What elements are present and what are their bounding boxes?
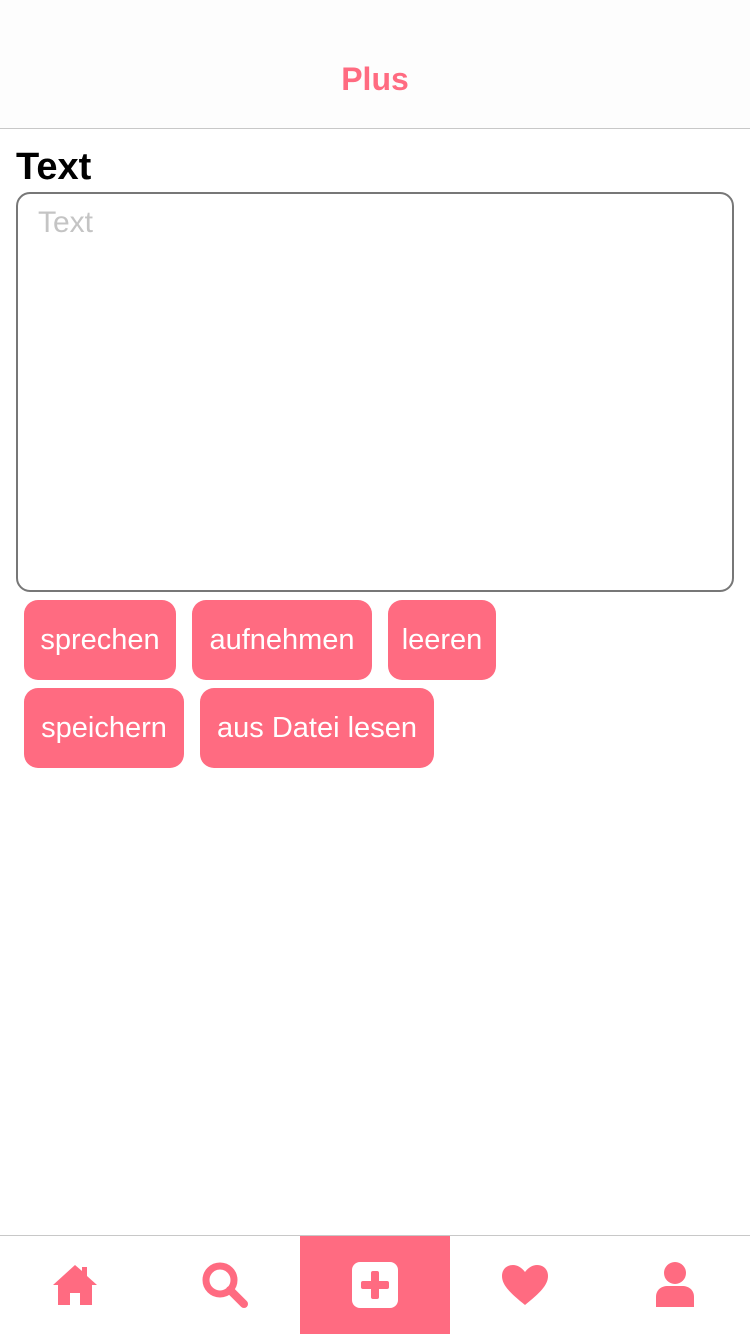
text-field-label: Text bbox=[16, 146, 92, 188]
plus-square-icon bbox=[352, 1262, 398, 1308]
read-from-file-button[interactable]: aus Datei lesen bbox=[200, 688, 434, 768]
speak-button[interactable]: sprechen bbox=[24, 600, 176, 680]
heart-icon bbox=[502, 1265, 548, 1305]
tab-home[interactable] bbox=[0, 1236, 150, 1334]
record-button[interactable]: aufnehmen bbox=[192, 600, 372, 680]
save-button[interactable]: speichern bbox=[24, 688, 184, 768]
status-bar bbox=[0, 0, 750, 40]
tab-profile[interactable] bbox=[600, 1236, 750, 1334]
clear-button[interactable]: leeren bbox=[388, 600, 496, 680]
text-input-area[interactable] bbox=[16, 192, 734, 592]
tab-search[interactable] bbox=[150, 1236, 300, 1334]
navigation-bar: Plus bbox=[0, 40, 750, 129]
tab-plus[interactable] bbox=[300, 1236, 450, 1334]
tab-favorites[interactable] bbox=[450, 1236, 600, 1334]
page-title: Plus bbox=[341, 60, 409, 97]
home-icon bbox=[53, 1265, 97, 1305]
user-icon bbox=[656, 1262, 694, 1307]
app-screen: Plus Text sprechen aufnehmen leeren spei… bbox=[0, 0, 750, 1334]
bottom-tab-bar bbox=[0, 1235, 750, 1334]
search-icon bbox=[202, 1262, 248, 1308]
